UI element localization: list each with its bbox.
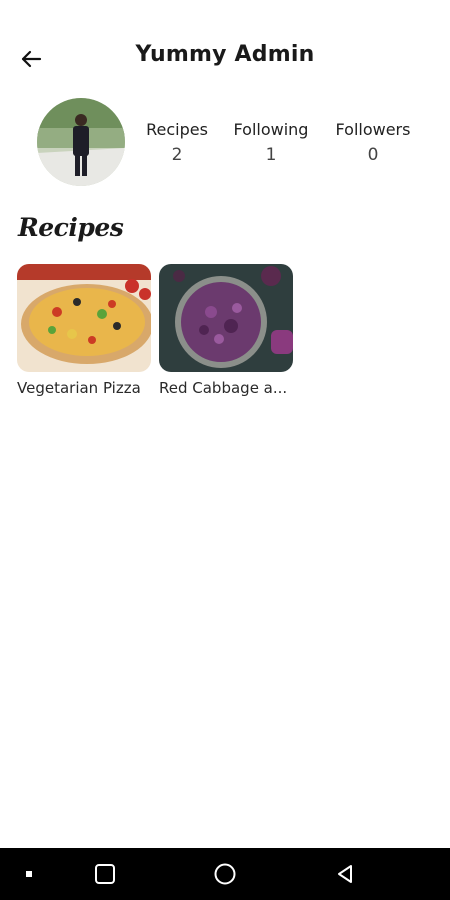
recents-button[interactable] <box>79 848 131 900</box>
system-nav-bar <box>0 848 450 900</box>
recipe-image <box>17 264 151 372</box>
avatar[interactable] <box>37 98 125 186</box>
app-bar: Yummy Admin <box>0 0 450 110</box>
nav-dot-button[interactable] <box>3 848 55 900</box>
stat-following[interactable]: Following 1 <box>228 120 314 165</box>
recipe-name: Vegetarian Pizza <box>17 379 141 397</box>
stat-value: 1 <box>265 145 277 165</box>
recipe-card[interactable]: Red Cabbage a... <box>159 264 293 397</box>
recipe-card[interactable]: Vegetarian Pizza <box>17 264 151 397</box>
recipe-image <box>159 264 293 372</box>
stat-label: Following <box>233 120 309 139</box>
back-nav-button[interactable] <box>319 848 371 900</box>
circle-icon <box>214 863 236 885</box>
stat-followers[interactable]: Followers 0 <box>330 120 416 165</box>
stat-value: 0 <box>367 145 379 165</box>
section-title: Recipes <box>18 213 124 242</box>
profile-photo <box>37 98 125 186</box>
home-button[interactable] <box>199 848 251 900</box>
square-icon <box>95 864 115 884</box>
stat-value: 2 <box>171 145 183 165</box>
stat-recipes[interactable]: Recipes 2 <box>140 120 214 165</box>
stat-label: Followers <box>335 120 411 139</box>
stat-label: Recipes <box>146 120 208 139</box>
page-title: Yummy Admin <box>135 42 315 67</box>
dot-icon <box>26 871 32 877</box>
recipe-name: Red Cabbage a... <box>159 379 288 397</box>
triangle-back-icon <box>338 865 352 883</box>
